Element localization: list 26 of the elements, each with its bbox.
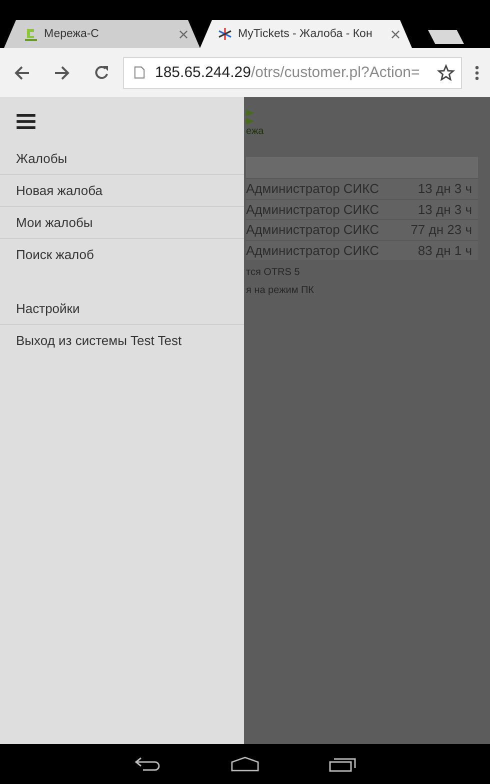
tab-title: Мережа-С [44, 28, 100, 40]
menu-item[interactable]: Жалобы [0, 143, 244, 175]
tab-title: MyTickets - Жалоба - Кон [238, 28, 374, 40]
close-icon[interactable] [391, 30, 400, 38]
menu-item[interactable]: Выход из системы Test Test [0, 325, 244, 356]
star-logo-icon [218, 27, 232, 41]
menu-item[interactable]: Мои жалобы [0, 207, 244, 239]
address-field[interactable]: 185.65.244.29/otrs/customer.pl?Action= [123, 56, 462, 88]
url-text: 185.65.244.29/otrs/customer.pl?Action= [155, 64, 421, 81]
page-icon [134, 66, 145, 79]
browser-tab[interactable]: Мережа-С [4, 20, 200, 48]
back-icon[interactable] [133, 756, 161, 772]
menu-item[interactable]: Настройки [0, 293, 244, 325]
logo-text: ежа [246, 126, 265, 136]
menu-item[interactable]: Новая жалоба [0, 175, 244, 207]
bookmark-star-icon[interactable] [437, 64, 455, 82]
menu-item[interactable]: Поиск жалоб [0, 239, 244, 270]
recent-apps-icon[interactable] [329, 756, 357, 772]
site-logo-icon [24, 27, 38, 41]
close-icon[interactable] [179, 30, 188, 38]
menu-icon[interactable] [16, 114, 36, 129]
more-menu-icon[interactable] [474, 64, 480, 82]
new-tab-button[interactable] [428, 30, 464, 44]
home-icon[interactable] [231, 756, 259, 772]
browser-tab[interactable]: MyTickets - Жалоба - Кон [200, 20, 412, 48]
logo-arrows-icon [246, 108, 256, 126]
